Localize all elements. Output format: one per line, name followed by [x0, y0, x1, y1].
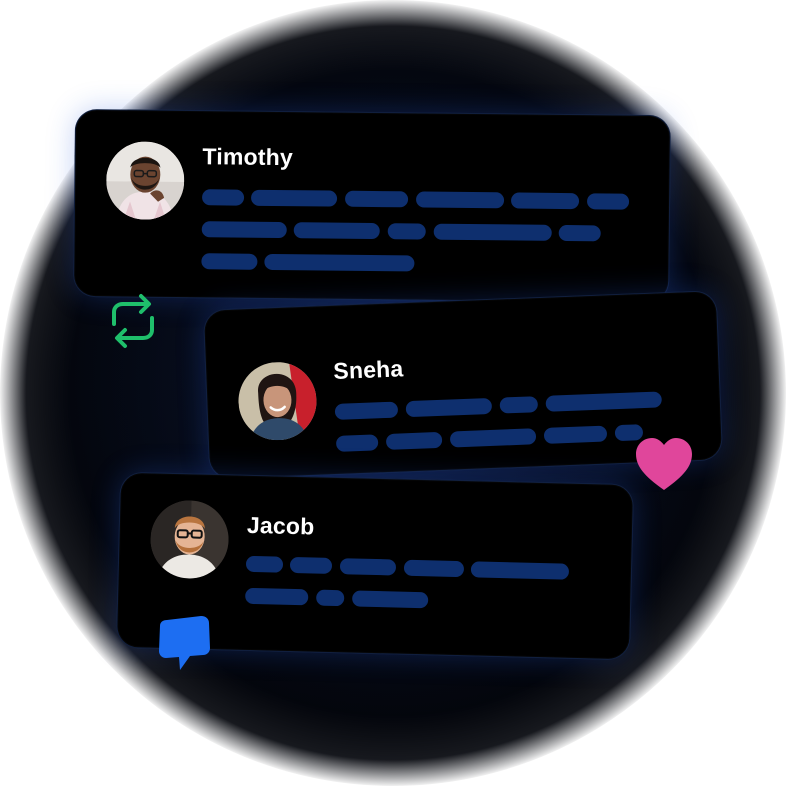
- text-placeholder-line: [352, 590, 429, 609]
- chat-bubble-icon-glyph: [159, 616, 210, 670]
- text-placeholder-line: [344, 190, 409, 208]
- text-placeholder-line: [586, 193, 630, 210]
- social-feed-illustration: Timothy Sneha Jacob: [0, 0, 786, 786]
- text-placeholder-line: [335, 434, 379, 452]
- chat-bubble-icon[interactable]: [150, 612, 216, 676]
- author-name-sneha: Sneha: [332, 355, 404, 384]
- text-placeholder-line: [433, 223, 552, 241]
- author-name-timothy: Timothy: [202, 143, 294, 171]
- text-placeholder-line: [385, 431, 443, 450]
- avatar-sneha: [237, 360, 318, 442]
- text-placeholder-line: [316, 589, 345, 607]
- text-placeholder-line: [405, 397, 493, 418]
- text-placeholder-line: [334, 401, 399, 420]
- text-placeholder-line: [558, 224, 601, 242]
- text-placeholder-line: [543, 425, 608, 444]
- avatar-jacob-image: [149, 499, 230, 580]
- text-placeholder-line: [293, 222, 380, 240]
- post-card-timothy[interactable]: Timothy: [73, 108, 671, 304]
- text-placeholder-line: [289, 556, 333, 574]
- avatar-jacob: [149, 499, 230, 580]
- avatar-sneha-image: [237, 360, 318, 442]
- text-placeholder-line: [545, 391, 663, 412]
- text-placeholder-line: [201, 189, 245, 206]
- heart-icon-glyph: [636, 438, 692, 490]
- repost-icon-glyph: [112, 294, 154, 348]
- text-placeholder-line: [415, 191, 505, 209]
- text-placeholder-line: [403, 559, 465, 578]
- text-placeholder-line: [499, 396, 539, 414]
- avatar-timothy-image: [105, 141, 185, 221]
- author-name-jacob: Jacob: [246, 511, 315, 540]
- text-placeholder-line: [201, 221, 287, 239]
- text-placeholder-line: [245, 587, 309, 606]
- text-placeholder-line: [449, 428, 537, 448]
- text-placeholder-line: [339, 558, 397, 576]
- text-placeholder-line: [245, 555, 284, 573]
- text-placeholder-line: [470, 561, 570, 580]
- repost-icon[interactable]: [104, 290, 162, 352]
- text-placeholder-line: [264, 253, 415, 272]
- text-placeholder-line: [250, 189, 338, 207]
- heart-icon[interactable]: [632, 434, 696, 494]
- avatar-timothy: [105, 141, 185, 221]
- text-placeholder-line: [510, 192, 580, 210]
- text-placeholder-line: [387, 223, 426, 240]
- text-placeholder-line: [201, 253, 258, 270]
